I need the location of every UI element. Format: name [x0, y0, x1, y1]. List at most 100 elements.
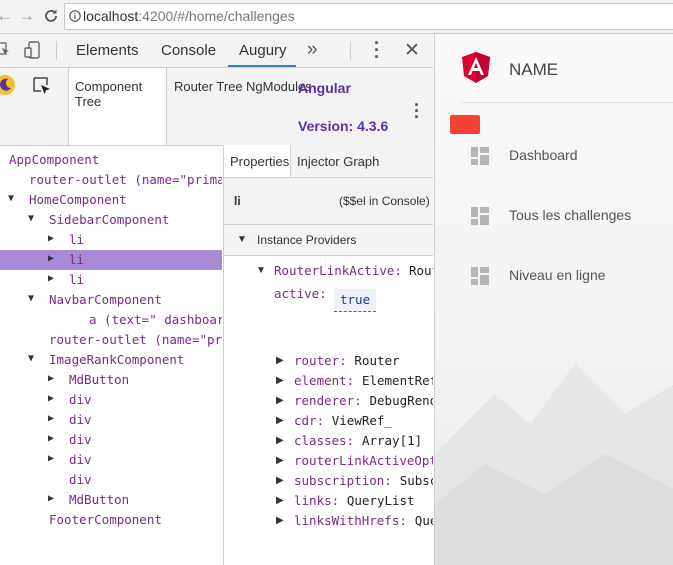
tree-node[interactable]: ▼AppComponent	[0, 150, 222, 170]
prop-caret-icon[interactable]: ▶	[276, 515, 284, 526]
angular-logo-icon	[462, 52, 490, 83]
tree-node[interactable]: ▶ li	[0, 270, 222, 290]
theme-moon-icon[interactable]	[0, 74, 16, 96]
tree-node-label: li	[69, 252, 85, 267]
tree-node-label: HomeComponent	[29, 192, 127, 207]
prop-caret-icon[interactable]: ▶	[276, 455, 284, 466]
tree-node-label: div	[69, 472, 92, 487]
collapsed-caret-icon[interactable]: ▶	[48, 493, 54, 504]
props-tabbar: Properties Injector Graph	[224, 145, 433, 178]
address-bar[interactable]: localhost:4200/#/home/challenges	[64, 3, 673, 30]
tree-node-label: li	[69, 232, 85, 247]
tree-node[interactable]: ▶ MdButton	[0, 370, 222, 390]
tree-node-label: li	[69, 272, 85, 287]
more-tabs-icon[interactable]: »	[307, 39, 318, 61]
devtools-tabbar: Elements Console Augury » · · · ✕	[0, 34, 433, 68]
section-title: Instance Providers	[257, 233, 357, 247]
inspect-element-icon[interactable]	[0, 42, 10, 58]
expanded-caret-icon[interactable]: ▼	[28, 353, 34, 364]
nav-item[interactable]: Dashboard	[435, 140, 673, 172]
console-hint[interactable]: ($$el in Console)	[339, 194, 430, 208]
tree-node[interactable]: ▶ MdButton	[0, 490, 222, 510]
prop-caret-icon[interactable]: ▶	[276, 435, 284, 446]
section-caret-icon: ▼	[237, 234, 247, 245]
tree-node[interactable]: ▶ div	[0, 390, 222, 410]
back-arrow-icon[interactable]: ←	[0, 6, 13, 26]
nav-item-label: Niveau en ligne	[509, 267, 606, 283]
prop-value: QueryList	[346, 493, 415, 508]
tree-node-label: AppComponent	[9, 152, 100, 167]
prop-key: router:	[294, 353, 347, 368]
provider-caret-icon[interactable]: ▼	[256, 265, 266, 276]
tree-node[interactable]: a (text=" dashboard (	[0, 310, 222, 330]
tab-console[interactable]: Console	[161, 42, 216, 59]
tree-node[interactable]: ▼ HomeComponent	[0, 190, 222, 210]
device-toolbar-icon[interactable]	[24, 41, 42, 59]
tab-elements[interactable]: Elements	[76, 42, 139, 59]
prop-key: subscription:	[294, 473, 392, 488]
prop-key: links:	[294, 493, 340, 508]
prop-value: DebugRende	[369, 393, 434, 408]
expanded-caret-icon[interactable]: ▼	[8, 193, 14, 204]
subtab-router-tree[interactable]: Router Tree	[174, 79, 243, 94]
app-brand-name: NAME	[509, 60, 559, 79]
forward-arrow-icon[interactable]: →	[18, 6, 35, 26]
prop-caret-icon[interactable]: ▶	[276, 375, 284, 386]
prop-caret-icon[interactable]: ▶	[276, 355, 284, 366]
kebab-menu-icon[interactable]: · · ·	[374, 34, 380, 66]
subtab-component-tree[interactable]: Component Tree	[68, 68, 167, 145]
tree-node[interactable]: ▶ li	[0, 250, 222, 270]
collapsed-caret-icon[interactable]: ▶	[48, 413, 54, 424]
collapsed-caret-icon[interactable]: ▶	[48, 233, 54, 244]
nav-item[interactable]: Niveau en ligne	[435, 260, 673, 292]
tab-properties[interactable]: Properties	[224, 145, 291, 177]
collapsed-caret-icon[interactable]: ▶	[48, 393, 54, 404]
prop-value: Que	[414, 513, 433, 528]
augury-toolbar: Component Tree Router Tree NgModules Ang…	[0, 68, 433, 146]
augury-kebab-icon[interactable]: · · ·	[414, 96, 420, 126]
url-host: localhost	[83, 8, 139, 24]
tree-node[interactable]: ▶ div	[0, 410, 222, 430]
reload-icon[interactable]	[43, 8, 59, 24]
tree-node[interactable]: router-outlet (name="pr	[0, 330, 222, 350]
expanded-caret-icon[interactable]: ▼	[28, 293, 34, 304]
tree-node-label: router-outlet (name="prima	[29, 172, 222, 187]
tree-node-label: FooterComponent	[49, 512, 162, 527]
tab-augury[interactable]: Augury	[228, 34, 296, 67]
browser-toolbar: ← → localhost:4200/#/home/challenges	[0, 0, 673, 34]
expanded-caret-icon[interactable]: ▼	[28, 213, 34, 224]
tab-properties-label: Properties	[230, 154, 290, 169]
component-tree: ▼AppComponentrouter-outlet (name="prima▼…	[0, 145, 222, 565]
close-icon[interactable]: ✕	[404, 39, 420, 62]
tree-node[interactable]: ▶ li	[0, 230, 222, 250]
prop-caret-icon[interactable]: ▶	[276, 495, 284, 506]
tree-node[interactable]: ▼ ImageRankComponent	[0, 350, 222, 370]
element-name: li	[234, 194, 241, 208]
tree-node[interactable]: ▼ SidebarComponent	[0, 210, 222, 230]
prop-caret-icon[interactable]: ▶	[276, 395, 284, 406]
select-cursor-icon[interactable]	[32, 76, 52, 96]
collapsed-caret-icon[interactable]: ▶	[48, 373, 54, 384]
collapsed-caret-icon[interactable]: ▶	[48, 273, 54, 284]
prop-caret-icon[interactable]: ▶	[276, 475, 284, 486]
tree-node[interactable]: ▶ div	[0, 430, 222, 450]
info-icon[interactable]	[69, 10, 81, 22]
tree-node[interactable]: div	[0, 470, 222, 490]
prop-caret-icon[interactable]: ▶	[276, 415, 284, 426]
prop-key: linksWithHrefs:	[294, 513, 407, 528]
collapsed-caret-icon[interactable]: ▶	[48, 433, 54, 444]
active-value-field[interactable]: true	[334, 289, 376, 312]
tab-injector-graph[interactable]: Injector Graph	[297, 154, 379, 169]
section-header[interactable]: ▼ Instance Providers	[224, 225, 433, 256]
tree-node[interactable]: router-outlet (name="prima	[0, 170, 222, 190]
collapsed-caret-icon[interactable]: ▶	[48, 253, 54, 264]
nav-item[interactable]: Tous les challenges	[435, 200, 673, 232]
mountain-backdrop	[435, 364, 673, 565]
prop-key: routerLinkActiveOpt	[294, 453, 433, 468]
collapsed-caret-icon[interactable]: ▶	[48, 453, 54, 464]
tree-node[interactable]: ▼ NavbarComponent	[0, 290, 222, 310]
tree-node[interactable]: ▶ div	[0, 450, 222, 470]
tree-node-label: NavbarComponent	[49, 292, 162, 307]
tree-node[interactable]: FooterComponent	[0, 510, 222, 530]
dashboard-grid-icon	[471, 207, 489, 225]
